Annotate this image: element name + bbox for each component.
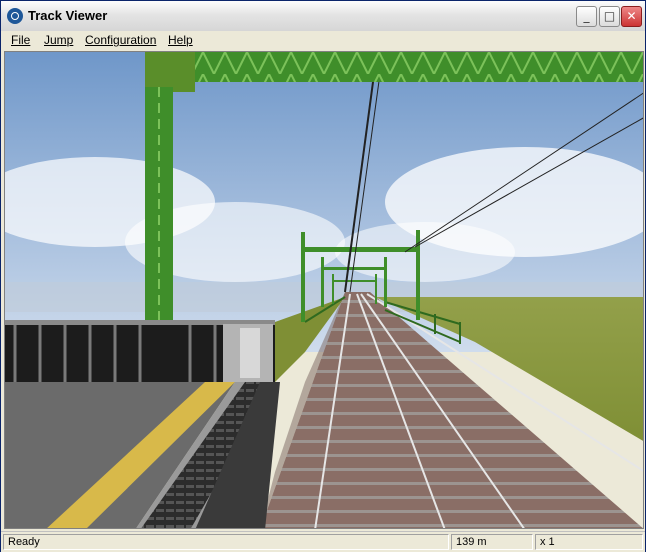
menu-help[interactable]: Help	[168, 33, 193, 47]
window-title: Track Viewer	[28, 8, 108, 23]
menu-file[interactable]: File	[11, 33, 30, 47]
minimize-button[interactable]: _	[576, 6, 597, 27]
title-bar[interactable]: Track Viewer _ □ ✕	[1, 1, 645, 32]
close-button[interactable]: ✕	[621, 6, 642, 27]
track-viewer-window: Track Viewer _ □ ✕ File Jump Configurati…	[0, 0, 646, 552]
distance-readout: 139 m	[451, 534, 533, 550]
menu-jump[interactable]: Jump	[44, 33, 73, 47]
menu-bar: File Jump Configuration Help	[1, 31, 645, 50]
maximize-button[interactable]: □	[599, 6, 620, 27]
app-icon[interactable]	[7, 8, 23, 24]
status-text: Ready	[3, 534, 449, 550]
menu-configuration[interactable]: Configuration	[85, 33, 156, 47]
track-scene	[5, 52, 643, 528]
platform	[5, 382, 280, 528]
3d-viewport[interactable]	[4, 51, 644, 529]
platform-fence	[5, 320, 275, 382]
status-bar: Ready 139 m x 1	[1, 531, 645, 552]
speed-multiplier: x 1	[535, 534, 643, 550]
